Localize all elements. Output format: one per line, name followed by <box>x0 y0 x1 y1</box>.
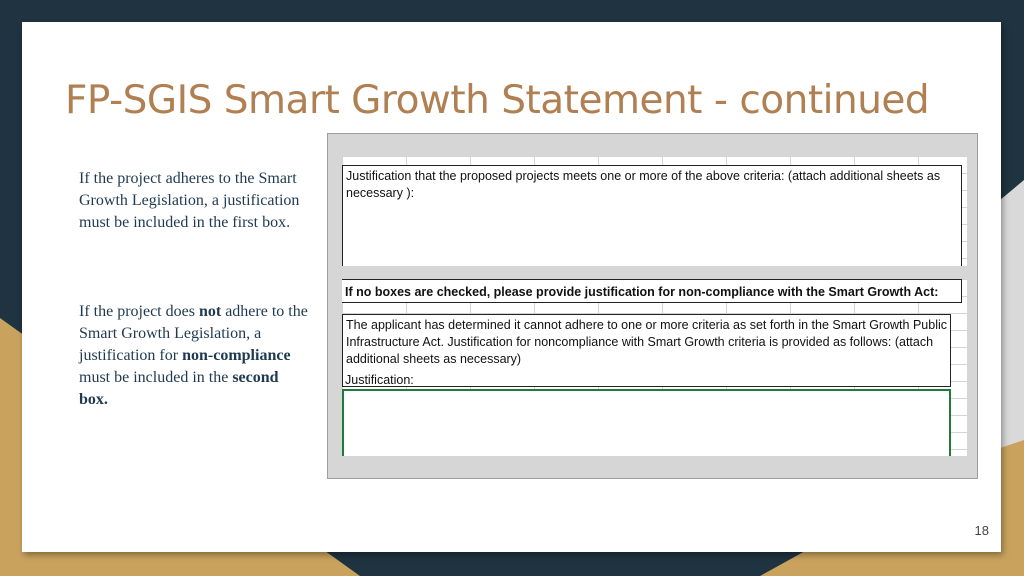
justification-box-1: Justification that the proposed projects… <box>342 165 962 266</box>
para2-text-3: must be included in the <box>79 369 233 386</box>
box1-text: Justification that the proposed projects… <box>346 169 941 200</box>
form-screenshot: Justification that the proposed projects… <box>327 133 978 479</box>
page-number: 18 <box>974 523 989 538</box>
para2-emphasis-not: not <box>198 303 222 320</box>
justification-label: Justification: <box>345 373 414 387</box>
slide: FP-SGIS Smart Growth Statement - continu… <box>22 22 1001 552</box>
justification-input-box[interactable] <box>342 389 951 456</box>
slide-title: FP-SGIS Smart Growth Statement - continu… <box>65 78 930 123</box>
paragraph-adheres: If the project adheres to the Smart Grow… <box>79 170 300 231</box>
spreadsheet-section-2: If no boxes are checked, please provide … <box>342 279 967 456</box>
spreadsheet-section-1: Justification that the proposed projects… <box>342 156 967 266</box>
box2-header: If no boxes are checked, please provide … <box>342 279 962 303</box>
paragraph-non-compliance: If the project does not adhere to the Sm… <box>79 301 311 411</box>
para2-emphasis-noncompliance: non-compliance <box>182 347 291 364</box>
non-compliance-box: The applicant has determined it cannot a… <box>342 314 951 387</box>
para2-text-1: If the project does <box>79 303 199 320</box>
box2-text: The applicant has determined it cannot a… <box>346 318 948 366</box>
